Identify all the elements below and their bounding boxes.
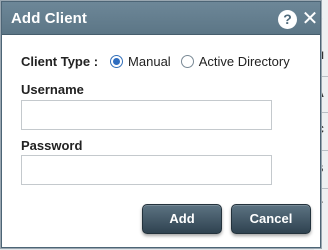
username-label: Username bbox=[21, 82, 84, 97]
username-field[interactable] bbox=[21, 100, 272, 130]
help-icon[interactable]: ? bbox=[278, 10, 297, 29]
dialog-titlebar[interactable]: Add Client ? ✕ bbox=[2, 2, 320, 35]
client-type-label: Client Type : bbox=[21, 53, 99, 69]
password-label: Password bbox=[21, 138, 83, 153]
client-type-row: Client Type : Manual Active Directory bbox=[21, 53, 300, 69]
add-client-dialog: Add Client ? ✕ Client Type : Manual Acti… bbox=[1, 1, 321, 248]
manual-radio-label[interactable]: Manual bbox=[128, 54, 171, 69]
password-field[interactable] bbox=[21, 155, 272, 185]
add-button[interactable]: Add bbox=[142, 204, 222, 234]
active-directory-radio[interactable] bbox=[180, 54, 194, 68]
close-icon[interactable]: ✕ bbox=[301, 8, 319, 28]
manual-radio[interactable] bbox=[110, 54, 124, 68]
dialog-title: Add Client bbox=[11, 10, 87, 27]
cancel-button[interactable]: Cancel bbox=[231, 204, 311, 234]
active-directory-radio-label[interactable]: Active Directory bbox=[199, 54, 290, 69]
